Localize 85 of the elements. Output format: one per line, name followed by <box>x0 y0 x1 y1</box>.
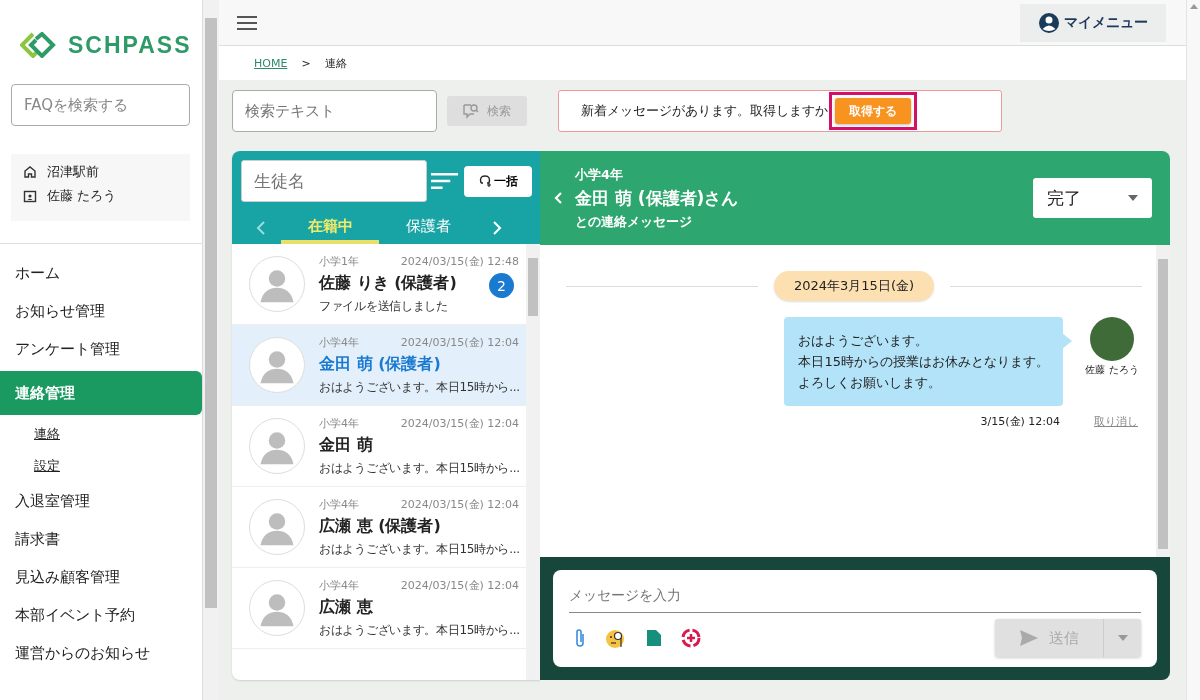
nav-item[interactable]: 運営からのお知らせ <box>0 634 202 672</box>
contact-name: 佐藤 りき (保護者) <box>319 272 457 294</box>
scrollbar[interactable] <box>1186 0 1200 700</box>
avatar-icon <box>249 418 305 474</box>
faq-search-field[interactable]: FAQを検索する <box>11 84 190 126</box>
scrollbar[interactable] <box>1156 245 1170 557</box>
avatar-icon <box>249 337 305 393</box>
caret-icon <box>1117 635 1128 641</box>
search-icon <box>463 103 479 119</box>
back-icon[interactable] <box>554 191 563 205</box>
contact-preview: おはようございます。本日15時から... <box>319 459 520 477</box>
file-icon[interactable] <box>646 629 662 647</box>
breadcrumb-link[interactable]: HOME <box>254 56 288 70</box>
cancel-link[interactable]: 取り消し <box>1094 414 1138 429</box>
message-line: よろしくお願いします。 <box>798 374 943 392</box>
scrollbar[interactable] <box>526 244 540 680</box>
nav-subitem[interactable]: 連絡 <box>0 418 202 450</box>
contact-time: 2024/03/15(金) 12:04 <box>400 577 519 593</box>
message-line: 本日15時からの授業はお休みとなります。 <box>798 353 1049 371</box>
status-dropdown[interactable]: 完了 <box>1033 178 1152 218</box>
contact-item[interactable]: 小学4年 2024/03/15(金) 12:04 広瀬 恵 (保護者) おはようございます。本日15時から... <box>232 487 526 568</box>
contact-name: 金田 萌 <box>319 434 373 456</box>
user-name: 佐藤 たろう <box>47 187 117 205</box>
contact-item[interactable]: 小学4年 2024/03/15(金) 12:04 金田 萌 おはようございます。本日15時から... <box>232 406 526 487</box>
school-name: 沼津駅前 <box>47 163 99 181</box>
contact-name: 広瀬 恵 <box>319 596 373 618</box>
scroll-up-icon[interactable] <box>1189 4 1198 9</box>
contact-grade: 小学1年 <box>319 253 359 269</box>
user-icon <box>1038 11 1060 34</box>
nav-item[interactable]: 請求書 <box>0 520 202 558</box>
my-menu-button[interactable]: マイメニュー <box>1020 3 1166 42</box>
message-line: おはようございます。 <box>798 332 930 350</box>
breadcrumb-current: 連絡 <box>324 55 347 71</box>
contact-preview: ファイルを送信しました <box>319 297 448 315</box>
home-icon <box>23 165 37 179</box>
contact-item[interactable]: 小学4年 2024/03/15(金) 12:04 広瀬 恵 おはようございます。本日15時から... <box>232 568 526 649</box>
message-time: 3/15(金) 12:04 <box>980 414 1060 429</box>
chevron-left-icon[interactable] <box>256 221 266 235</box>
nav-item[interactable]: ホーム <box>0 254 202 292</box>
contact-grade: 小学4年 <box>319 496 359 512</box>
send-icon <box>1019 629 1039 647</box>
date-chip: 2024年3月15日(金) <box>774 271 935 301</box>
nav-item[interactable]: お知らせ管理 <box>0 292 202 330</box>
chat-title: 金田 萌 (保護者)さん <box>575 186 740 210</box>
contact-time: 2024/03/15(金) 12:48 <box>400 253 519 269</box>
contact-grade: 小学4年 <box>319 577 359 593</box>
nav-item[interactable]: 入退室管理 <box>0 482 202 520</box>
contact-time: 2024/03/15(金) 12:04 <box>400 415 519 431</box>
scrollbar[interactable] <box>202 0 219 700</box>
contact-name: 金田 萌 (保護者) <box>319 353 441 375</box>
unread-count: 2 <box>489 273 514 298</box>
nav-subitem[interactable]: 設定 <box>0 450 202 482</box>
contact-time: 2024/03/15(金) 12:04 <box>400 334 519 350</box>
nav-item[interactable]: アンケート管理 <box>0 330 202 368</box>
contact-grade: 小学4年 <box>319 415 359 431</box>
paperclip-icon[interactable] <box>574 628 586 648</box>
contact-item[interactable]: 小学4年 2024/03/15(金) 12:04 金田 萌 (保護者) おはようございます。本日15時から... <box>232 325 526 406</box>
menu-icon[interactable] <box>237 14 257 31</box>
bulk-button[interactable]: 一括 <box>464 165 532 197</box>
breadcrumb-separator: > <box>301 56 311 70</box>
photo-placeholder <box>1090 317 1134 361</box>
sender-name: 佐藤 たろう <box>1085 363 1139 377</box>
contact-name: 広瀬 恵 (保護者) <box>319 515 441 537</box>
notice-text: 新着メッセージがあります。取得しますか <box>581 102 828 120</box>
chat-subtitle: との連絡メッセージ <box>575 212 693 231</box>
contact-preview: おはようございます。本日15時から... <box>319 378 520 396</box>
id-badge-icon <box>23 189 37 203</box>
nav-item[interactable]: 見込み顧客管理 <box>0 558 202 596</box>
nav-item[interactable]: 本部イベント予約 <box>0 596 202 634</box>
sort-icon[interactable] <box>431 172 458 190</box>
avatar-icon <box>249 499 305 555</box>
contact-preview: おはようございます。本日15時から... <box>319 621 520 639</box>
avatar-icon <box>249 256 305 312</box>
chevron-right-icon[interactable] <box>492 221 502 235</box>
brand-name: SCHPASS <box>68 31 192 59</box>
emoji-icon[interactable] <box>605 627 627 649</box>
nav-item[interactable]: 連絡管理 <box>0 371 202 415</box>
student-name-field[interactable]: 生徒名 <box>241 160 427 202</box>
caret-icon <box>1128 195 1138 201</box>
contact-preview: おはようございます。本日15時から... <box>319 540 520 558</box>
chat-grade: 小学4年 <box>575 165 625 184</box>
contact-grade: 小学4年 <box>319 334 359 350</box>
contact-time: 2024/03/15(金) 12:04 <box>400 496 519 512</box>
send-options-button[interactable] <box>1103 619 1141 657</box>
avatar-icon <box>249 580 305 636</box>
